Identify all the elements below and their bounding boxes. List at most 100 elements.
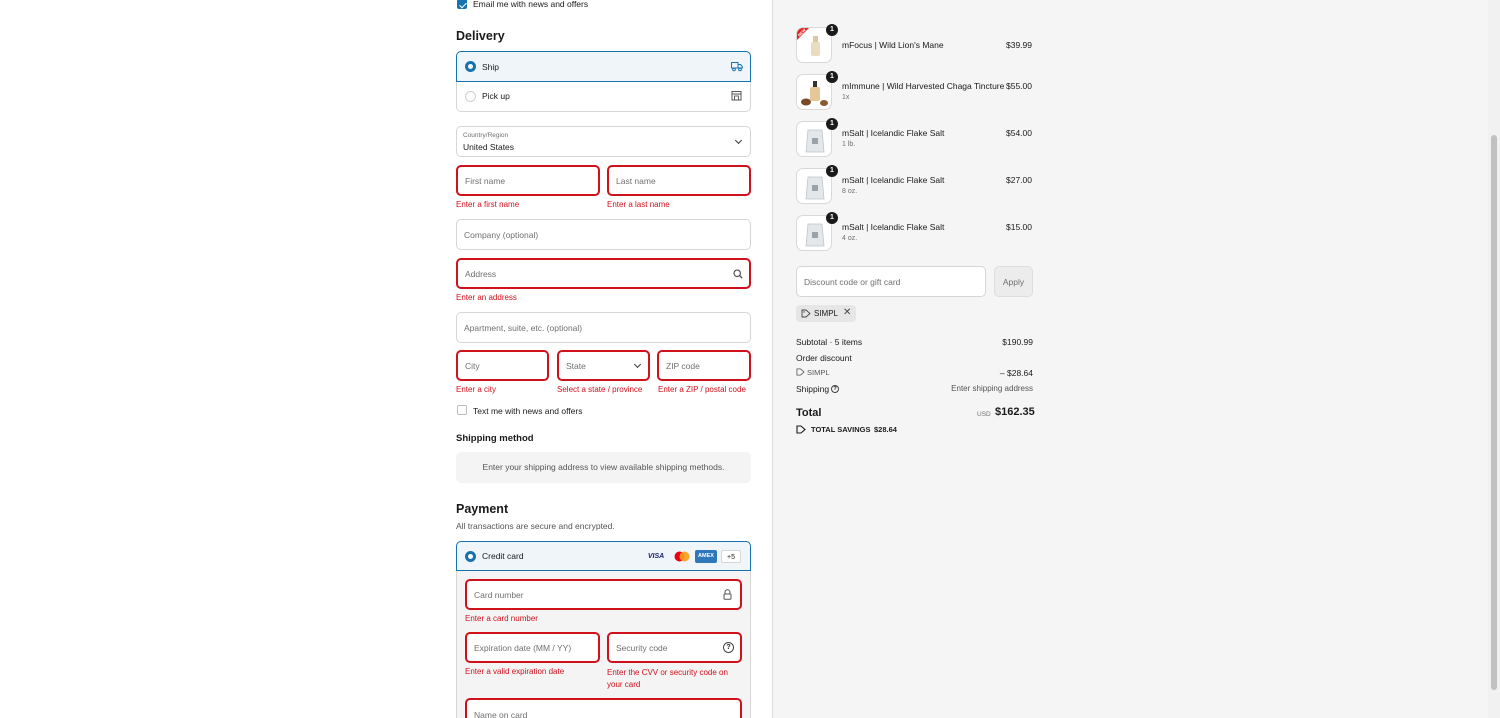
product-variant: 1 lb. bbox=[842, 141, 856, 148]
shipping-method-heading: Shipping method bbox=[456, 433, 534, 444]
shipping-method-box: Enter your shipping address to view avai… bbox=[456, 452, 751, 483]
discount-placeholder: Discount code or gift card bbox=[804, 276, 901, 287]
last-name-field[interactable]: Last name bbox=[607, 165, 751, 196]
state-error: Select a state / province bbox=[557, 385, 643, 394]
expiry-placeholder: Expiration date (MM / YY) bbox=[474, 642, 572, 653]
discount-code-input[interactable]: Discount code or gift card bbox=[796, 266, 986, 297]
order-discount-label: Order discount bbox=[796, 353, 852, 363]
quantity-badge: 1 bbox=[826, 118, 838, 130]
remove-code-icon[interactable]: ✕ bbox=[843, 307, 851, 318]
apartment-field[interactable]: Apartment, suite, etc. (optional) bbox=[456, 312, 751, 343]
more-cards-badge: +5 bbox=[721, 550, 741, 563]
shipping-value: Enter shipping address bbox=[951, 384, 1033, 393]
payment-method-credit-card[interactable]: Credit card VISA AMEX +5 bbox=[456, 541, 751, 571]
zip-field[interactable]: ZIP code bbox=[657, 350, 751, 381]
name-on-card-field[interactable]: Name on card bbox=[465, 698, 742, 718]
shipping-method-message: Enter your shipping address to view avai… bbox=[482, 462, 725, 472]
chevron-down-icon bbox=[633, 360, 642, 369]
credit-card-label: Credit card bbox=[482, 551, 524, 561]
last-name-placeholder: Last name bbox=[616, 175, 656, 186]
apply-button[interactable]: Apply bbox=[994, 266, 1033, 297]
email-news-label: Email me with news and offers bbox=[473, 0, 589, 9]
zip-error: Enter a ZIP / postal code bbox=[658, 385, 746, 394]
address-field[interactable]: Address bbox=[456, 258, 751, 289]
expiry-field[interactable]: Expiration date (MM / YY) bbox=[465, 632, 600, 663]
product-price: $54.00 bbox=[1006, 128, 1032, 138]
card-number-error: Enter a card number bbox=[465, 614, 538, 623]
ship-radio[interactable] bbox=[465, 61, 476, 72]
discount-code-label: SIMPL bbox=[807, 368, 830, 377]
help-icon[interactable]: ? bbox=[831, 385, 839, 393]
applied-discount-tag: SIMPL ✕ bbox=[796, 305, 856, 322]
store-icon bbox=[731, 91, 742, 101]
city-field[interactable]: City bbox=[456, 350, 549, 381]
search-icon bbox=[733, 269, 743, 279]
product-price: $55.00 bbox=[1006, 81, 1032, 91]
pickup-radio[interactable] bbox=[465, 91, 476, 102]
text-news-label: Text me with news and offers bbox=[473, 406, 583, 416]
truck-icon bbox=[731, 62, 743, 72]
address-error: Enter an address bbox=[456, 293, 517, 302]
country-value: United States bbox=[463, 142, 515, 152]
subtotal-value: $190.99 bbox=[1002, 337, 1033, 347]
product-price: $27.00 bbox=[1006, 175, 1032, 185]
chevron-down-icon bbox=[734, 136, 743, 145]
quantity-badge: 1 bbox=[826, 212, 838, 224]
product-name: mSalt | Icelandic Flake Salt bbox=[842, 175, 945, 185]
shipping-label: Shipping bbox=[796, 384, 830, 394]
product-name: mSalt | Icelandic Flake Salt bbox=[842, 128, 945, 138]
state-select[interactable]: State bbox=[557, 350, 650, 381]
applied-code-label: SIMPL bbox=[814, 309, 839, 318]
tag-icon bbox=[801, 309, 811, 318]
country-select[interactable]: Country/Region United States bbox=[456, 126, 751, 157]
mastercard-icon bbox=[671, 550, 693, 563]
product-variant: 4 oz. bbox=[842, 235, 858, 242]
name-on-card-placeholder: Name on card bbox=[474, 710, 528, 718]
subtotal-label: Subtotal · 5 items bbox=[796, 337, 863, 347]
quantity-badge: 1 bbox=[826, 24, 838, 36]
ship-label: Ship bbox=[482, 62, 500, 72]
email-news-checkbox[interactable] bbox=[457, 0, 467, 9]
product-name: mFocus | Wild Lion's Mane bbox=[842, 40, 944, 50]
payment-subheading: All transactions are secure and encrypte… bbox=[456, 521, 615, 531]
help-icon[interactable]: ? bbox=[723, 642, 734, 653]
delivery-option-ship[interactable]: Ship bbox=[456, 51, 751, 82]
discount-value: – $28.64 bbox=[999, 368, 1033, 378]
product-price: $39.99 bbox=[1006, 40, 1032, 50]
last-name-error: Enter a last name bbox=[607, 200, 670, 209]
payment-heading: Payment bbox=[456, 502, 509, 516]
city-placeholder: City bbox=[465, 360, 480, 371]
pickup-label: Pick up bbox=[482, 91, 510, 101]
total-savings-value: $28.64 bbox=[874, 425, 897, 434]
product-price: $15.00 bbox=[1006, 222, 1032, 232]
amex-icon: AMEX bbox=[695, 550, 717, 563]
total-value: $162.35 bbox=[995, 406, 1035, 418]
scrollbar[interactable] bbox=[1488, 0, 1500, 718]
delivery-heading: Delivery bbox=[456, 29, 505, 43]
first-name-field[interactable]: First name bbox=[456, 165, 600, 196]
product-name: mSalt | Icelandic Flake Salt bbox=[842, 222, 945, 232]
text-news-checkbox[interactable] bbox=[457, 405, 467, 415]
city-error: Enter a city bbox=[456, 385, 497, 394]
total-savings-label: TOTAL SAVINGS bbox=[811, 425, 871, 434]
security-code-field[interactable]: Security code ? bbox=[607, 632, 742, 663]
credit-card-radio[interactable] bbox=[465, 551, 476, 562]
currency-label: USD bbox=[977, 411, 991, 418]
address-placeholder: Address bbox=[465, 268, 497, 279]
delivery-option-pickup[interactable]: Pick up bbox=[456, 82, 751, 112]
first-name-error: Enter a first name bbox=[456, 200, 520, 209]
security-code-error: Enter the CVV or security code on your c… bbox=[607, 668, 728, 689]
zip-placeholder: ZIP code bbox=[666, 360, 700, 371]
scrollbar-thumb[interactable] bbox=[1491, 135, 1497, 690]
first-name-placeholder: First name bbox=[465, 175, 506, 186]
tag-icon bbox=[796, 368, 805, 376]
checkout-form-panel: Email me with news and offers Delivery S… bbox=[0, 0, 773, 718]
order-summary-panel: NEW 1 mFocus | Wild Lion's Mane $39.99 1… bbox=[773, 0, 1488, 718]
visa-icon: VISA bbox=[647, 553, 665, 560]
security-code-placeholder: Security code bbox=[616, 642, 668, 653]
state-placeholder: State bbox=[566, 360, 586, 371]
quantity-badge: 1 bbox=[826, 165, 838, 177]
card-number-field[interactable]: Card number bbox=[465, 579, 742, 610]
savings-tag-icon bbox=[796, 425, 806, 434]
company-field[interactable]: Company (optional) bbox=[456, 219, 751, 250]
